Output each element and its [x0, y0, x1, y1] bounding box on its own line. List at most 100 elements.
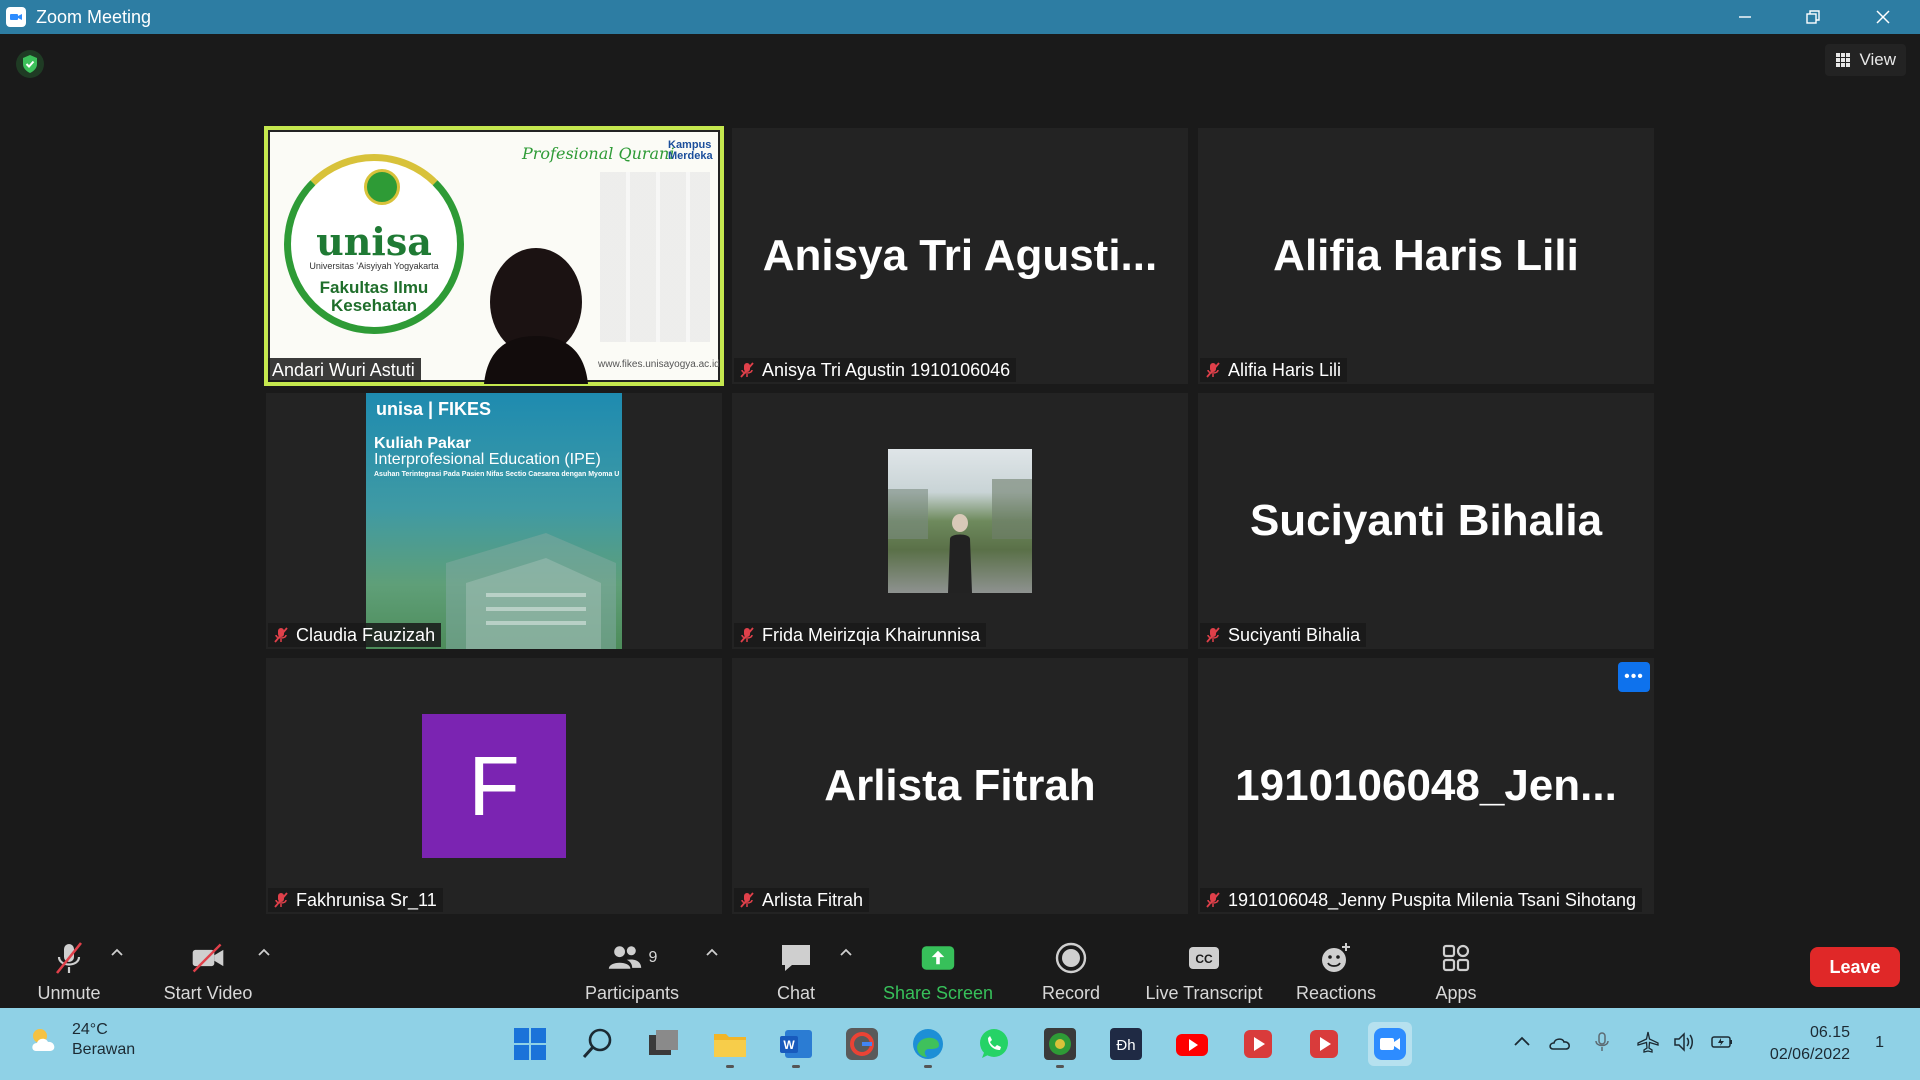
google-icon [846, 1028, 878, 1060]
participant-name-label: 1910106048_Jenny Puspita Milenia Tsani S… [1200, 888, 1642, 912]
app-button[interactable] [1038, 1022, 1082, 1068]
video-player-button[interactable] [1236, 1022, 1280, 1066]
participant-avatar: F [422, 714, 566, 858]
svg-text:W: W [783, 1038, 795, 1052]
clock-date: 02/06/2022 [1769, 1046, 1850, 1063]
university-logo-ring: unisa Universitas 'Aisyiyah Yogyakarta F… [284, 154, 464, 334]
onedrive-cloud-icon[interactable] [1548, 1030, 1572, 1054]
video-tile[interactable]: Anisya Tri Agusti... Anisya Tri Agustin … [732, 128, 1188, 384]
participant-display-name: Anisya Tri Agusti... [762, 231, 1158, 280]
app-button[interactable]: Ðh [1104, 1022, 1148, 1066]
view-button[interactable]: View [1825, 44, 1906, 76]
live-transcript-button[interactable]: CC Live Transcript [1142, 932, 1266, 1004]
participant-display-name: Arlista Fitrah [824, 761, 1096, 810]
video-tile[interactable]: unisa | FIKES Kuliah Pakar Interprofesio… [266, 393, 722, 649]
university-emblem-icon [364, 169, 400, 205]
video-tile-active-speaker[interactable]: unisa Universitas 'Aisyiyah Yogyakarta F… [264, 126, 724, 386]
whatsapp-icon [980, 1029, 1008, 1058]
participant-profile-photo [888, 449, 1032, 593]
video-player-button[interactable] [1302, 1022, 1346, 1066]
participant-name-label: Fakhrunisa Sr_11 [268, 888, 443, 912]
video-tile[interactable]: F Fakhrunisa Sr_11 [266, 658, 722, 914]
file-explorer-button[interactable] [708, 1022, 752, 1068]
volume-icon[interactable] [1672, 1030, 1696, 1054]
dh-app-icon: Ðh [1110, 1028, 1142, 1060]
battery-icon[interactable] [1710, 1030, 1734, 1054]
whatsapp-button[interactable] [972, 1022, 1016, 1066]
close-button[interactable] [1848, 0, 1918, 34]
chrome-button[interactable] [840, 1022, 884, 1066]
participants-button[interactable]: 9 Participants [578, 932, 686, 1004]
folder-icon [714, 1034, 746, 1057]
participant-silhouette [484, 248, 588, 384]
faculty-name: Fakultas Ilmu Kesehatan [319, 278, 429, 315]
slide-subtitle: Interprofesional Education (IPE) [374, 451, 601, 468]
windows-logo-icon [514, 1028, 546, 1060]
leave-button[interactable]: Leave [1810, 947, 1900, 987]
youtube-icon [1176, 1034, 1208, 1056]
minimize-button[interactable] [1710, 0, 1780, 34]
word-button[interactable]: W [774, 1022, 818, 1068]
microphone-icon[interactable] [1590, 1030, 1614, 1054]
muted-mic-icon [740, 362, 754, 378]
share-screen-arrow-icon [921, 946, 955, 970]
audio-options-chevron-up-icon[interactable] [109, 944, 125, 960]
video-tile[interactable]: Alifia Haris Lili Alifia Haris Lili [1198, 128, 1654, 384]
start-button[interactable] [508, 1022, 552, 1066]
zoom-icon [1374, 1028, 1406, 1060]
unmute-button[interactable]: Unmute [28, 932, 110, 1004]
notification-count[interactable]: 1 [1875, 1034, 1884, 1052]
slide-tagline: Profesional Qurani [522, 144, 675, 163]
video-tile[interactable]: Suciyanti Bihalia Suciyanti Bihalia [1198, 393, 1654, 649]
task-view-icon [649, 1030, 678, 1055]
meeting-area: View unisa Universitas 'Aisyiyah Yogyaka… [0, 34, 1920, 924]
participant-name-label: Anisya Tri Agustin 1910106046 [734, 358, 1017, 382]
video-tile[interactable]: Frida Meirizqia Khairunnisa [732, 393, 1188, 649]
minimize-icon [1739, 16, 1751, 18]
slide-header: unisa | FIKES [376, 399, 492, 419]
security-shield-icon[interactable] [16, 50, 44, 78]
closed-caption-icon: CC [1189, 947, 1219, 969]
record-button[interactable]: Record [1036, 932, 1106, 1004]
more-options-button[interactable]: ••• [1618, 662, 1650, 692]
participant-name-label: Suciyanti Bihalia [1200, 623, 1367, 647]
zoom-app-icon [6, 7, 26, 27]
close-icon [1876, 10, 1890, 24]
participant-display-name: 1910106048_Jen... [1235, 761, 1617, 810]
participants-icon [608, 946, 641, 969]
airplane-mode-icon[interactable] [1636, 1030, 1660, 1054]
muted-mic-icon [274, 627, 288, 643]
video-tile[interactable]: 1910106048_Jen... ••• 1910106048_Jenny P… [1198, 658, 1654, 914]
zoom-taskbar-button[interactable] [1368, 1022, 1412, 1066]
kampus-merdeka-logo: Kampus Merdeka [668, 139, 713, 162]
muted-mic-icon [740, 627, 754, 643]
participants-options-chevron-up-icon[interactable] [704, 944, 720, 960]
video-off-icon [192, 943, 224, 973]
share-screen-button[interactable]: Share Screen [878, 932, 998, 1004]
video-options-chevron-up-icon[interactable] [256, 944, 272, 960]
weather-widget[interactable]: 24°C Berawan [28, 1020, 135, 1060]
edge-button[interactable] [906, 1022, 950, 1068]
record-icon [1055, 942, 1087, 974]
reactions-button[interactable]: Reactions [1286, 932, 1386, 1004]
youtube-button[interactable] [1170, 1022, 1214, 1066]
task-view-button[interactable] [642, 1022, 686, 1066]
muted-mic-icon [740, 892, 754, 908]
unisa-logo-text: unisa [316, 219, 432, 264]
windows-taskbar: 24°C Berawan W Ðh 06.15 02/06/2022 1 [0, 1008, 1920, 1080]
start-video-button[interactable]: Start Video [158, 932, 258, 1004]
system-clock[interactable]: 06.15 02/06/2022 [1770, 1022, 1850, 1066]
apps-button[interactable]: Apps [1424, 932, 1488, 1004]
chat-button[interactable]: Chat [766, 932, 826, 1004]
play-icon [1310, 1030, 1338, 1058]
chat-options-chevron-up-icon[interactable] [838, 944, 854, 960]
shared-slide-thumbnail: unisa | FIKES Kuliah Pakar Interprofesio… [366, 393, 622, 649]
weather-temperature: 24°C [72, 1021, 108, 1038]
search-button[interactable] [576, 1022, 620, 1066]
edge-icon [913, 1029, 943, 1059]
video-tile[interactable]: Arlista Fitrah Arlista Fitrah [732, 658, 1188, 914]
restore-button[interactable] [1778, 0, 1848, 34]
show-hidden-icons-chevron-up-icon[interactable] [1510, 1030, 1534, 1054]
participant-name-label: Claudia Fauzizah [268, 623, 442, 647]
muted-mic-icon [1206, 362, 1220, 378]
